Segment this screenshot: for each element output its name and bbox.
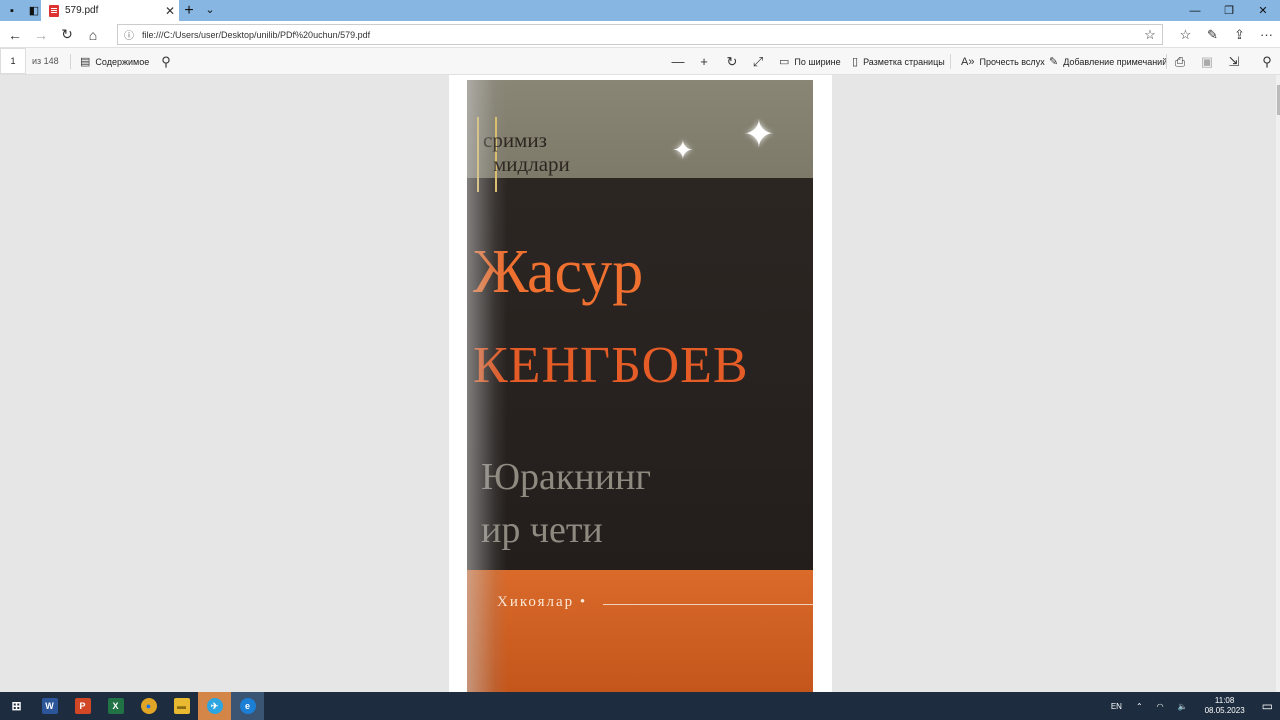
clock[interactable]: 11:08 08.05.2023 [1195,696,1255,716]
cover-bottom-band [467,570,813,692]
save-icon[interactable]: ▣ [1195,48,1219,75]
taskbar-excel[interactable]: X [99,692,132,720]
star-icon[interactable]: ☆ [1138,27,1162,43]
new-tab-button[interactable]: + [181,0,197,21]
add-notes-label: Добавление примечаний [1063,56,1168,67]
window-controls: — ❐ ✕ [1178,0,1280,21]
contents-label: Содержимое [95,56,150,67]
read-aloud-label: Прочесть вслух [979,56,1045,67]
tab-actions-icon[interactable]: ▪ [0,0,24,21]
minimize-icon[interactable]: — [1178,0,1212,21]
word-icon: W [41,698,58,714]
sparkle-icon: ✦ [743,114,775,156]
browser-actions: ☆ ✎ ⇪ ··· [1172,21,1280,48]
forward-arrow-icon[interactable]: → [28,21,54,48]
pdf-viewer[interactable]: сримиз мидлари ✦ ✦ Жасур КЕНГБОЕВ Юракни… [0,75,1280,692]
notifications-icon[interactable]: ▭ [1255,699,1280,713]
page-number-input[interactable]: 1 [0,48,26,74]
tab-title: 579.pdf [65,5,99,16]
address-bar-row: ← → ↻ ⌂ ⓘ file:///C:/Users/user/Desktop/… [0,21,1280,48]
pen-icon[interactable]: ✎ [1199,21,1226,48]
pdf-toolbar: 1 из 148 ▤ Содержимое ⚲ — + ↻ ⤢ ▭ По шир… [0,48,1280,75]
excel-icon: X [107,698,124,714]
sparkle-icon: ✦ [672,135,694,165]
page-count: из 148 [32,56,59,66]
list-icon: ▤ [80,56,91,68]
add-notes-button[interactable]: ✎ Добавление примечаний [1049,48,1167,75]
url-text[interactable]: file:///C:/Users/user/Desktop/unilib/PDf… [138,30,1138,40]
language-indicator[interactable]: EN [1104,702,1129,711]
pen-icon: ✎ [1049,56,1059,68]
taskbar: ⊞ W P X ● ▬ ✈ e EN ⌃ ◠ 🔈 11:08 08.05.202… [0,692,1280,720]
telegram-icon: ✈ [206,698,223,714]
divider [950,54,951,69]
window-close-icon[interactable]: ✕ [1246,0,1280,21]
taskbar-telegram[interactable]: ✈ [198,692,231,720]
page-layout-icon: ▯ [852,56,859,68]
clock-date: 08.05.2023 [1204,706,1245,715]
url-field[interactable]: ⓘ file:///C:/Users/user/Desktop/unilib/P… [117,24,1163,45]
page-layout-button[interactable]: ▯ Разметка страницы [852,48,945,75]
save-as-icon[interactable]: ⇲ [1222,48,1246,75]
taskbar-word[interactable]: W [33,692,66,720]
divider [1166,54,1167,69]
tab-pdf[interactable]: 579.pdf ✕ [41,0,179,21]
read-aloud-button[interactable]: A» Прочесть вслух [961,48,1045,75]
zoom-out-icon[interactable]: — [666,48,690,75]
zoom-in-icon[interactable]: + [692,48,716,75]
divider [70,54,71,69]
chevron-down-icon[interactable]: ⌄ [202,0,218,21]
taskbar-powerpoint[interactable]: P [66,692,99,720]
edge-icon: e [239,698,256,714]
page-layout-label: Разметка страницы [863,56,945,67]
volume-icon[interactable]: 🔈 [1171,702,1195,711]
home-icon[interactable]: ⌂ [80,21,106,48]
pin-icon[interactable]: ⚲ [1255,48,1279,75]
taskbar-explorer[interactable]: ▬ [165,692,198,720]
chevron-up-icon[interactable]: ⌃ [1129,702,1150,711]
chrome-icon: ● [140,698,157,714]
restore-icon[interactable]: ❐ [1212,0,1246,21]
book-subtitle: Хикоялар • [497,594,588,610]
refresh-icon[interactable]: ↻ [54,21,80,48]
fit-width-button[interactable]: ▭ По ширине [779,48,841,75]
author-last-name: КЕНГБОЕВ [473,337,749,394]
system-tray: EN ⌃ ◠ 🔈 11:08 08.05.2023 ▭ [1104,692,1280,720]
scan-glare [467,80,507,692]
pdf-page: сримиз мидлари ✦ ✦ Жасур КЕНГБОЕВ Юракни… [449,75,832,692]
pdf-icon [49,4,59,17]
info-icon[interactable]: ⓘ [124,27,138,42]
close-icon[interactable]: ✕ [161,4,179,18]
start-button[interactable]: ⊞ [0,692,33,720]
powerpoint-icon: P [74,698,91,714]
subtitle-rule [603,604,813,605]
clock-time: 11:08 [1214,696,1235,705]
print-icon[interactable]: ⎙ [1168,48,1192,75]
fullscreen-icon[interactable]: ⤢ [746,48,770,75]
fit-width-label: По ширине [794,56,841,67]
taskbar-edge[interactable]: e [231,692,264,720]
title-bar: ▪ ◧ 579.pdf ✕ + ⌄ — ❐ ✕ [0,0,1280,21]
network-icon[interactable]: ◠ [1150,702,1171,711]
favorites-icon[interactable]: ☆ [1172,21,1199,48]
share-icon[interactable]: ⇪ [1226,21,1253,48]
rotate-icon[interactable]: ↻ [720,48,744,75]
taskbar-chrome[interactable]: ● [132,692,165,720]
folder-icon: ▬ [173,698,190,714]
more-icon[interactable]: ··· [1253,21,1280,48]
scrollbar[interactable] [1276,75,1280,692]
contents-button[interactable]: ▤ Содержимое [80,48,149,75]
search-icon[interactable]: ⚲ [154,48,178,75]
book-cover: сримиз мидлари ✦ ✦ Жасур КЕНГБОЕВ Юракни… [467,80,813,692]
windows-icon: ⊞ [11,699,22,713]
fit-width-icon: ▭ [779,56,790,68]
read-aloud-icon: A» [961,55,975,68]
back-arrow-icon[interactable]: ← [2,21,28,48]
